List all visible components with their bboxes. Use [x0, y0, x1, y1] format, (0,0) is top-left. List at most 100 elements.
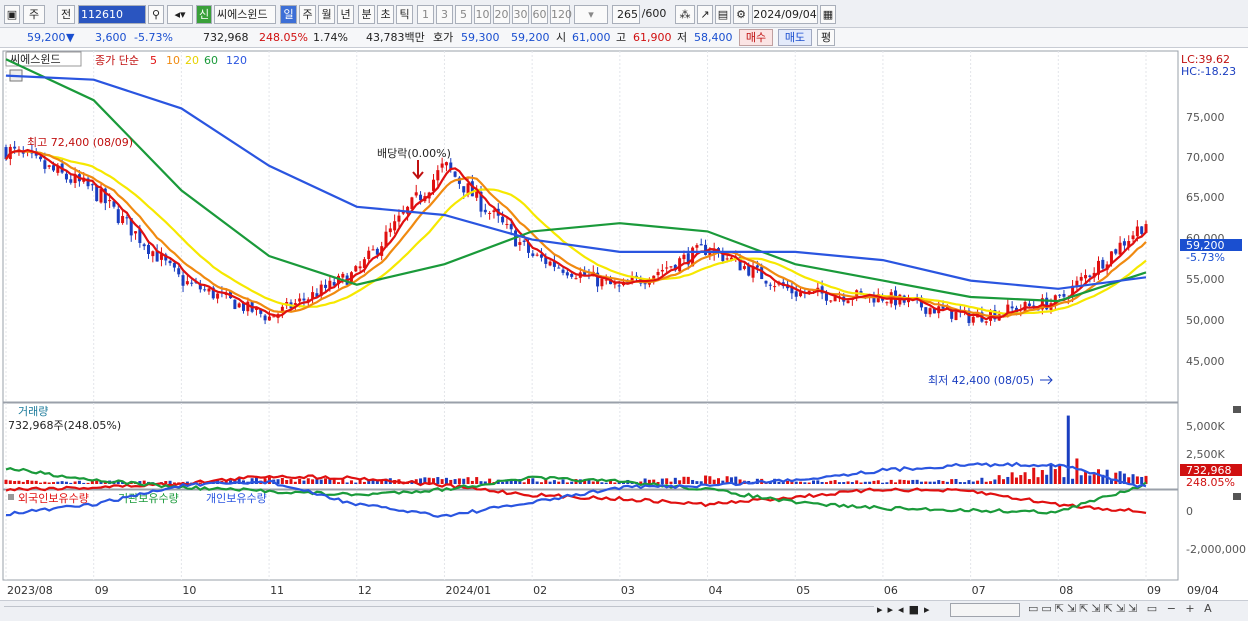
save-icon[interactable]: ▤	[715, 5, 731, 24]
volume-bar	[52, 482, 55, 484]
candle-body	[617, 285, 621, 287]
minute-1[interactable]: 1	[417, 5, 434, 24]
volume-close-icon[interactable]	[1233, 406, 1241, 413]
period-minute[interactable]: 분	[358, 5, 375, 24]
period-day[interactable]: 일	[280, 5, 297, 24]
candle-body	[1140, 226, 1144, 234]
candle-body	[414, 192, 418, 196]
volume-bar	[915, 479, 919, 484]
tab-jeon[interactable]: 전	[57, 5, 75, 24]
period-tick[interactable]: 틱	[396, 5, 413, 24]
calendar-icon[interactable]: ▦	[820, 5, 836, 24]
code-input[interactable]: 112610	[78, 5, 146, 24]
ask-label: 호가	[433, 31, 454, 44]
volume-bar	[980, 477, 984, 484]
volume-bar	[30, 480, 34, 484]
minute-5[interactable]: 5	[455, 5, 472, 24]
volume-bar	[799, 481, 803, 484]
volume-bar	[859, 482, 863, 484]
volume-bar	[64, 481, 68, 484]
volume-bar	[777, 481, 781, 484]
candle-body	[108, 200, 112, 202]
volume-bar	[82, 482, 86, 484]
candle-body	[151, 251, 155, 257]
gear-icon[interactable]: ⚙	[733, 5, 749, 24]
layout-icon[interactable]: ▣	[4, 5, 20, 24]
candle-body	[147, 244, 150, 254]
x-tick-label: 08	[1059, 584, 1073, 597]
candle-body	[134, 231, 138, 234]
volume-bar	[142, 480, 146, 484]
sell-button[interactable]: 매도	[778, 29, 812, 46]
search-icon[interactable]: ⚲	[148, 5, 164, 24]
nav-icons[interactable]: ▸▸◂■▸	[877, 603, 934, 616]
volume-bar	[73, 481, 77, 484]
candle-body	[1088, 275, 1092, 277]
new-badge: 신	[196, 5, 212, 24]
stock-name: 씨에스윈드	[214, 5, 276, 24]
minute-30[interactable]: 30	[512, 5, 529, 24]
volume-bar	[77, 480, 81, 484]
volume-bar	[907, 480, 910, 484]
chart-area[interactable]: 씨에스윈드 종가 단순 5 10 20 60 120 최고 72,400 (08…	[0, 48, 1248, 600]
volume-bar	[535, 481, 539, 484]
candle-body	[885, 302, 889, 304]
avg-button[interactable]: 평	[817, 29, 835, 46]
x-tick-label: 07	[972, 584, 986, 597]
candle-body	[272, 316, 276, 318]
volume-bar	[885, 482, 889, 484]
scroll-track[interactable]	[4, 606, 874, 616]
volume-bar	[95, 480, 99, 484]
volume-bar	[911, 479, 915, 484]
minute-10[interactable]: 10	[474, 5, 491, 24]
period-second[interactable]: 초	[377, 5, 394, 24]
period-week[interactable]: 주	[299, 5, 316, 24]
y-tick: 70,000	[1186, 151, 1225, 164]
volume-bar	[1131, 474, 1135, 484]
volume-bar	[17, 480, 21, 484]
candle-body	[699, 244, 703, 246]
volume-bar	[898, 479, 902, 484]
holding-legend-marker	[8, 494, 14, 500]
candle-body	[1114, 249, 1118, 254]
volume-bar	[302, 480, 306, 484]
candle-body	[509, 224, 513, 230]
candle-body	[13, 146, 17, 149]
volume-bar	[824, 482, 828, 484]
x-tick-label: 05	[796, 584, 810, 597]
minute-3[interactable]: 3	[436, 5, 453, 24]
volume-bar	[842, 482, 846, 484]
date-input[interactable]: 2024/09/04	[752, 5, 818, 24]
candle-body	[613, 283, 617, 285]
minute-custom-select[interactable]: ▾	[574, 5, 608, 24]
zoom-slider[interactable]	[950, 603, 1020, 617]
candle-body	[470, 181, 474, 197]
candle-body	[216, 293, 220, 299]
volume-bar	[1114, 472, 1118, 484]
candle-body	[1101, 259, 1105, 269]
indicator-icon[interactable]: ⁂	[675, 5, 695, 24]
minute-60[interactable]: 60	[531, 5, 548, 24]
y-tick: 75,000	[1186, 111, 1225, 124]
minute-120[interactable]: 120	[550, 5, 572, 24]
x-tick-label: 04	[709, 584, 723, 597]
buy-button[interactable]: 매수	[739, 29, 773, 46]
volume-bar	[1084, 472, 1088, 484]
volume-bar	[669, 481, 673, 484]
count-input[interactable]: 265	[612, 5, 640, 24]
volume-bar	[945, 481, 949, 484]
candle-body	[52, 165, 55, 171]
minute-20[interactable]: 20	[493, 5, 510, 24]
tool-icons[interactable]: ▭▭⇱⇲⇱⇲⇱⇲⇲ ▭ − + A	[1028, 602, 1215, 615]
candle-body	[682, 254, 686, 260]
volume-bar	[362, 481, 366, 484]
scroll-bar[interactable]: ▸▸◂■▸ ▭▭⇱⇲⇱⇲⇱⇲⇲ ▭ − + A	[0, 600, 1248, 621]
draw-icon[interactable]: ↗	[697, 5, 713, 24]
holding-close-icon[interactable]	[1233, 493, 1241, 500]
period-year[interactable]: 년	[337, 5, 354, 24]
speaker-icon[interactable]: ◂▾	[167, 5, 193, 24]
candle-body	[354, 266, 358, 272]
tab-ju[interactable]: 주	[23, 5, 45, 24]
period-month[interactable]: 월	[318, 5, 335, 24]
candle-body	[1122, 241, 1126, 246]
